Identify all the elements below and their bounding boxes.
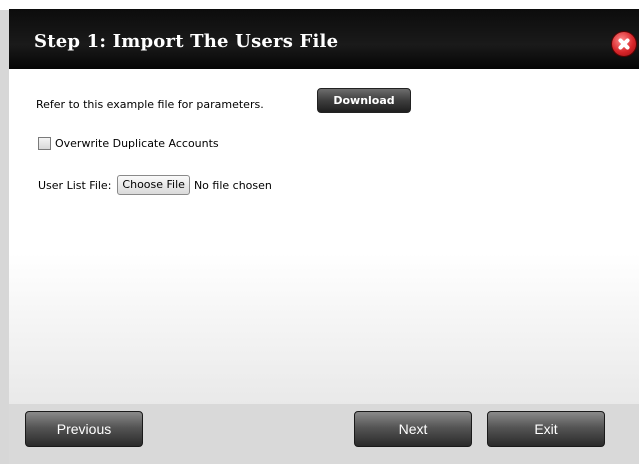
dialog-title: Step 1: Import The Users File bbox=[34, 31, 339, 52]
overwrite-row: Overwrite Duplicate Accounts bbox=[38, 137, 219, 150]
refer-text: Refer to this example file for parameter… bbox=[36, 98, 264, 111]
overwrite-label[interactable]: Overwrite Duplicate Accounts bbox=[55, 137, 219, 150]
import-users-dialog: Step 1: Import The Users File Refer to t… bbox=[9, 9, 639, 464]
dialog-title-bar: Step 1: Import The Users File bbox=[9, 9, 639, 69]
screen-background: Step 1: Import The Users File Refer to t… bbox=[0, 0, 639, 464]
close-icon[interactable] bbox=[612, 32, 636, 56]
user-list-file-row: User List File: Choose File No file chos… bbox=[38, 175, 272, 195]
overwrite-checkbox[interactable] bbox=[38, 137, 51, 150]
exit-button[interactable]: Exit bbox=[487, 411, 605, 447]
dialog-content: Refer to this example file for parameter… bbox=[9, 69, 639, 404]
dialog-footer: Previous Next Exit bbox=[9, 404, 639, 464]
next-button[interactable]: Next bbox=[354, 411, 472, 447]
file-status-text: No file chosen bbox=[193, 178, 272, 192]
choose-file-button[interactable]: Choose File bbox=[117, 175, 190, 195]
previous-button[interactable]: Previous bbox=[25, 411, 143, 447]
user-list-label: User List File: bbox=[38, 178, 112, 192]
download-button[interactable]: Download bbox=[317, 88, 411, 113]
